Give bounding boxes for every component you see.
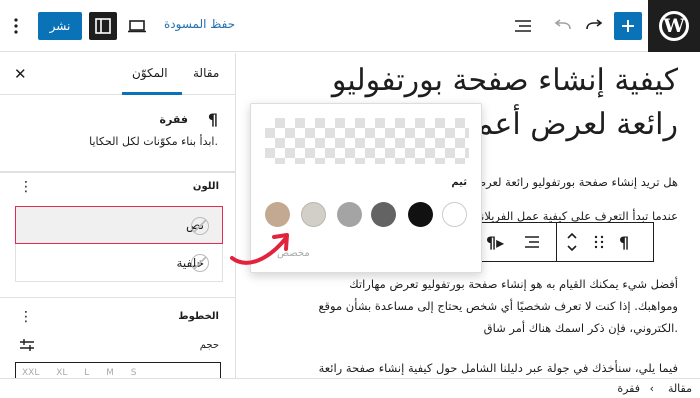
color-section-title: اللون <box>192 181 219 192</box>
tab-block[interactable]: المكوّن <box>132 66 168 80</box>
active-tab-indicator <box>122 92 182 95</box>
font-size-custom-toggle[interactable] <box>19 337 35 356</box>
color-swatch-tertiary[interactable] <box>265 202 290 227</box>
desktop-preview-icon <box>128 20 146 33</box>
settings-toggle-button[interactable] <box>89 12 117 40</box>
breadcrumb-paragraph[interactable]: فقرة <box>617 382 640 395</box>
editor-header: W حفظ المسودة نشر <box>0 0 700 52</box>
text-direction-button[interactable]: ¶▸ <box>486 223 504 261</box>
block-title: فقرة <box>159 113 188 126</box>
text-color-item[interactable]: نص <box>15 206 223 244</box>
color-swatch-gray[interactable] <box>337 202 362 227</box>
redo-icon <box>586 19 603 30</box>
block-type-button[interactable]: ¶ <box>619 223 629 261</box>
more-vertical-icon: ⋮ <box>19 309 33 325</box>
more-vertical-icon <box>14 18 18 34</box>
divider <box>0 297 235 298</box>
color-swatch-base[interactable] <box>442 202 467 227</box>
close-sidebar-button[interactable]: ✕ <box>14 65 27 83</box>
paragraph-block-line[interactable]: الكتروني، فإن ذكر اسمك هناك أمر شاق. <box>258 317 678 339</box>
align-button[interactable] <box>524 223 540 261</box>
settings-panel-icon <box>95 18 111 34</box>
move-button[interactable] <box>566 223 578 261</box>
theme-palette-label: ثيم <box>451 177 467 188</box>
drag-handle-icon <box>594 235 604 249</box>
typography-section-title: الخطوط <box>178 311 219 322</box>
tab-post[interactable]: مقالة <box>193 66 219 80</box>
selected-color-preview[interactable] <box>265 118 469 164</box>
toolbar-separator <box>556 223 557 261</box>
annotation-arrow-icon <box>230 233 289 265</box>
color-options-button[interactable]: ⋮ <box>19 180 33 194</box>
sliders-icon <box>20 339 34 351</box>
block-card: ¶ فقرة ابدأ بناء مكوّنات لكل الحكايا. <box>0 96 235 172</box>
undo-icon <box>554 19 571 30</box>
no-color-swatch-icon <box>191 254 209 272</box>
paragraph-block-line[interactable]: ومواهبك. إذا كنت لا تعرف شخصيًا أي شخص ي… <box>258 295 678 317</box>
options-menu-button[interactable] <box>3 10 29 42</box>
wordpress-logo-letter: W <box>663 15 685 37</box>
block-inserter-button[interactable] <box>614 12 642 40</box>
background-color-item[interactable]: خلفية <box>15 244 223 282</box>
more-vertical-icon: ⋮ <box>19 179 33 195</box>
font-size-label: حجم <box>199 340 219 351</box>
color-swatch-dark-gray[interactable] <box>371 202 396 227</box>
no-color-swatch-icon <box>191 217 209 235</box>
block-description: ابدأ بناء مكوّنات لكل الحكايا. <box>89 135 218 148</box>
redo-button[interactable] <box>579 10 611 42</box>
align-icon <box>525 236 539 248</box>
rtl-paragraph-icon: ¶▸ <box>486 232 505 252</box>
undo-button[interactable] <box>546 10 578 42</box>
drag-handle[interactable] <box>594 223 604 261</box>
breadcrumb-post[interactable]: مقالة <box>668 382 692 395</box>
move-up-down-icon <box>567 232 577 252</box>
color-swatch-contrast[interactable] <box>408 202 433 227</box>
wordpress-logo[interactable]: W <box>648 0 700 52</box>
typography-options-button[interactable]: ⋮ <box>19 310 33 324</box>
block-breadcrumb: مقالة ‹ فقرة <box>0 378 700 398</box>
list-view-button[interactable] <box>507 10 539 42</box>
breadcrumb-separator-icon: ‹ <box>649 382 654 395</box>
list-view-icon <box>515 20 531 32</box>
save-draft-button[interactable]: حفظ المسودة <box>164 17 235 31</box>
color-swatch-light[interactable] <box>301 202 326 227</box>
close-icon: ✕ <box>14 65 27 83</box>
paragraph-block[interactable]: فيما يلي، سنأخذك في جولة عبر دليلنا الشا… <box>258 357 678 378</box>
block-toolbar: ¶▸ ¶ <box>479 222 654 262</box>
publish-button[interactable]: نشر <box>38 12 82 40</box>
plus-icon <box>622 20 634 32</box>
paragraph-icon: ¶ <box>207 110 218 129</box>
sidebar-tabs: مقالة المكوّن ✕ <box>0 53 235 95</box>
paragraph-icon: ¶ <box>619 232 630 252</box>
paragraph-block-line[interactable]: أفضل شيء يمكنك القيام به هو إنشاء صفحة ب… <box>258 273 678 295</box>
preview-button[interactable] <box>121 10 153 42</box>
divider <box>0 172 235 173</box>
